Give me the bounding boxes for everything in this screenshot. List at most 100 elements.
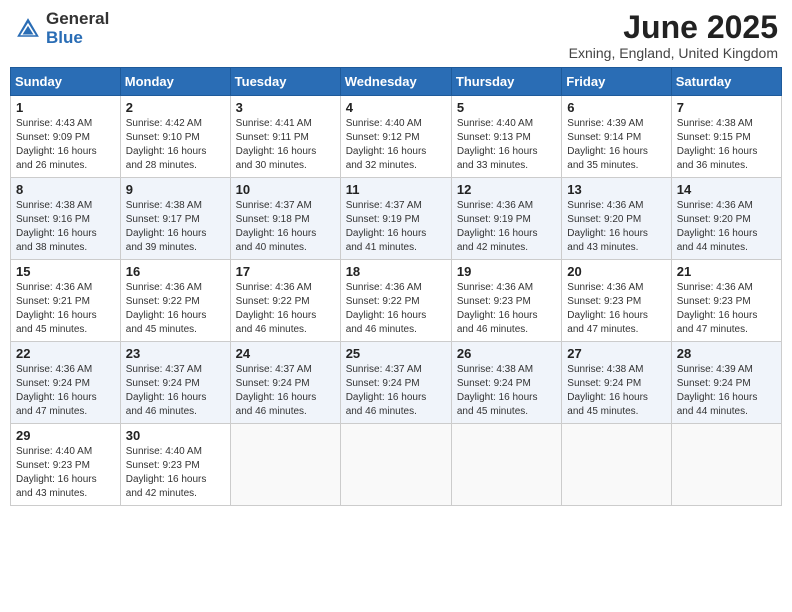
day-number: 1 (16, 100, 115, 115)
day-number: 2 (126, 100, 225, 115)
day-number: 12 (457, 182, 556, 197)
day-info: Sunrise: 4:39 AM Sunset: 9:24 PM Dayligh… (677, 363, 776, 419)
day-cell: 14Sunrise: 4:36 AM Sunset: 9:20 PM Dayli… (671, 178, 781, 260)
day-cell: 2 Sunrise: 4:42 AM Sunset: 9:10 PM Daylig… (120, 96, 230, 178)
day-info: Sunrise: 4:42 AM Sunset: 9:10 PM Dayligh… (126, 117, 225, 173)
col-header-sunday: Sunday (11, 68, 121, 96)
day-cell: 29 Sunrise: 4:40 AM Sunset: 9:23 PM Dayli… (11, 424, 121, 506)
logo-icon (14, 15, 42, 43)
day-info: Sunrise: 4:38 AM Sunset: 9:24 PM Dayligh… (457, 363, 556, 419)
day-number: 3 (236, 100, 335, 115)
day-number: 18 (346, 264, 446, 279)
day-number: 9 (126, 182, 225, 197)
day-number: 20 (567, 264, 665, 279)
day-cell (451, 424, 561, 506)
day-cell: 20 Sunrise: 4:36 AM Sunset: 9:23 PM Dayli… (562, 260, 671, 342)
col-header-thursday: Thursday (451, 68, 561, 96)
week-row-2: 8Sunrise: 4:38 AM Sunset: 9:16 PM Daylig… (11, 178, 782, 260)
day-cell: 25 Sunrise: 4:37 AM Sunset: 9:24 PM Dayli… (340, 342, 451, 424)
day-number: 8 (16, 182, 115, 197)
day-info: Sunrise: 4:40 AM Sunset: 9:12 PM Dayligh… (346, 117, 446, 173)
week-row-5: 29 Sunrise: 4:40 AM Sunset: 9:23 PM Dayli… (11, 424, 782, 506)
col-header-saturday: Saturday (671, 68, 781, 96)
page-header: General Blue June 2025 Exning, England, … (10, 10, 782, 61)
day-cell: 12Sunrise: 4:36 AM Sunset: 9:19 PM Dayli… (451, 178, 561, 260)
day-info: Sunrise: 4:39 AM Sunset: 9:14 PM Dayligh… (567, 117, 665, 173)
day-info: Sunrise: 4:36 AM Sunset: 9:20 PM Dayligh… (567, 199, 665, 255)
day-cell: 10Sunrise: 4:37 AM Sunset: 9:18 PM Dayli… (230, 178, 340, 260)
day-info: Sunrise: 4:40 AM Sunset: 9:23 PM Dayligh… (16, 445, 115, 501)
day-number: 10 (236, 182, 335, 197)
week-row-1: 1 Sunrise: 4:43 AM Sunset: 9:09 PM Daylig… (11, 96, 782, 178)
day-cell: 30 Sunrise: 4:40 AM Sunset: 9:23 PM Dayli… (120, 424, 230, 506)
col-header-friday: Friday (562, 68, 671, 96)
day-number: 5 (457, 100, 556, 115)
day-number: 11 (346, 182, 446, 197)
logo-blue: Blue (46, 29, 109, 48)
day-cell: 5 Sunrise: 4:40 AM Sunset: 9:13 PM Daylig… (451, 96, 561, 178)
day-cell (562, 424, 671, 506)
day-cell: 16 Sunrise: 4:36 AM Sunset: 9:22 PM Dayli… (120, 260, 230, 342)
day-cell: 21 Sunrise: 4:36 AM Sunset: 9:23 PM Dayli… (671, 260, 781, 342)
day-cell: 22 Sunrise: 4:36 AM Sunset: 9:24 PM Dayli… (11, 342, 121, 424)
col-header-monday: Monday (120, 68, 230, 96)
day-number: 26 (457, 346, 556, 361)
day-info: Sunrise: 4:36 AM Sunset: 9:22 PM Dayligh… (126, 281, 225, 337)
day-cell: 26 Sunrise: 4:38 AM Sunset: 9:24 PM Dayli… (451, 342, 561, 424)
day-cell: 23Sunrise: 4:37 AM Sunset: 9:24 PM Dayli… (120, 342, 230, 424)
day-info: Sunrise: 4:43 AM Sunset: 9:09 PM Dayligh… (16, 117, 115, 173)
day-info: Sunrise: 4:37 AM Sunset: 9:24 PM Dayligh… (126, 363, 225, 419)
day-info: Sunrise: 4:40 AM Sunset: 9:13 PM Dayligh… (457, 117, 556, 173)
day-cell: 7Sunrise: 4:38 AM Sunset: 9:15 PM Daylig… (671, 96, 781, 178)
day-info: Sunrise: 4:36 AM Sunset: 9:21 PM Dayligh… (16, 281, 115, 337)
day-number: 16 (126, 264, 225, 279)
day-number: 17 (236, 264, 335, 279)
day-cell (671, 424, 781, 506)
day-cell: 4 Sunrise: 4:40 AM Sunset: 9:12 PM Daylig… (340, 96, 451, 178)
day-info: Sunrise: 4:36 AM Sunset: 9:23 PM Dayligh… (457, 281, 556, 337)
col-header-wednesday: Wednesday (340, 68, 451, 96)
day-cell: 17 Sunrise: 4:36 AM Sunset: 9:22 PM Dayli… (230, 260, 340, 342)
day-info: Sunrise: 4:40 AM Sunset: 9:23 PM Dayligh… (126, 445, 225, 501)
day-number: 28 (677, 346, 776, 361)
day-info: Sunrise: 4:36 AM Sunset: 9:22 PM Dayligh… (346, 281, 446, 337)
day-number: 22 (16, 346, 115, 361)
day-cell: 9Sunrise: 4:38 AM Sunset: 9:17 PM Daylig… (120, 178, 230, 260)
day-info: Sunrise: 4:41 AM Sunset: 9:11 PM Dayligh… (236, 117, 335, 173)
day-number: 25 (346, 346, 446, 361)
day-cell: 1 Sunrise: 4:43 AM Sunset: 9:09 PM Daylig… (11, 96, 121, 178)
day-cell: 28 Sunrise: 4:39 AM Sunset: 9:24 PM Dayli… (671, 342, 781, 424)
day-cell: 3 Sunrise: 4:41 AM Sunset: 9:11 PM Daylig… (230, 96, 340, 178)
day-number: 27 (567, 346, 665, 361)
day-number: 14 (677, 182, 776, 197)
title-area: June 2025 Exning, England, United Kingdo… (569, 10, 778, 61)
week-row-3: 15 Sunrise: 4:36 AM Sunset: 9:21 PM Dayli… (11, 260, 782, 342)
day-cell: 11 Sunrise: 4:37 AM Sunset: 9:19 PM Dayli… (340, 178, 451, 260)
day-info: Sunrise: 4:37 AM Sunset: 9:19 PM Dayligh… (346, 199, 446, 255)
day-info: Sunrise: 4:37 AM Sunset: 9:24 PM Dayligh… (236, 363, 335, 419)
location-subtitle: Exning, England, United Kingdom (569, 45, 778, 61)
col-header-tuesday: Tuesday (230, 68, 340, 96)
day-cell: 13 Sunrise: 4:36 AM Sunset: 9:20 PM Dayli… (562, 178, 671, 260)
day-info: Sunrise: 4:36 AM Sunset: 9:23 PM Dayligh… (567, 281, 665, 337)
day-cell: 15 Sunrise: 4:36 AM Sunset: 9:21 PM Dayli… (11, 260, 121, 342)
day-info: Sunrise: 4:36 AM Sunset: 9:23 PM Dayligh… (677, 281, 776, 337)
day-number: 30 (126, 428, 225, 443)
day-number: 19 (457, 264, 556, 279)
day-info: Sunrise: 4:37 AM Sunset: 9:24 PM Dayligh… (346, 363, 446, 419)
day-number: 15 (16, 264, 115, 279)
week-row-4: 22 Sunrise: 4:36 AM Sunset: 9:24 PM Dayli… (11, 342, 782, 424)
day-number: 29 (16, 428, 115, 443)
logo: General Blue (14, 10, 109, 47)
calendar-table: SundayMondayTuesdayWednesdayThursdayFrid… (10, 67, 782, 506)
logo-general: General (46, 10, 109, 29)
day-info: Sunrise: 4:36 AM Sunset: 9:22 PM Dayligh… (236, 281, 335, 337)
day-info: Sunrise: 4:36 AM Sunset: 9:24 PM Dayligh… (16, 363, 115, 419)
day-number: 4 (346, 100, 446, 115)
day-cell: 27Sunrise: 4:38 AM Sunset: 9:24 PM Dayli… (562, 342, 671, 424)
day-number: 13 (567, 182, 665, 197)
day-cell (230, 424, 340, 506)
day-number: 6 (567, 100, 665, 115)
day-cell: 8Sunrise: 4:38 AM Sunset: 9:16 PM Daylig… (11, 178, 121, 260)
day-number: 21 (677, 264, 776, 279)
